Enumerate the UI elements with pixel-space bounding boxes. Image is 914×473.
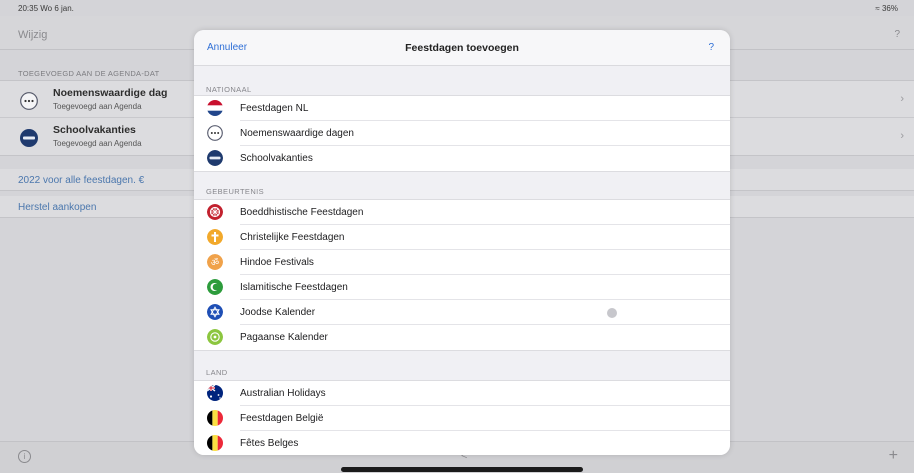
list-item-feestdagen-belgie[interactable]: Feestdagen België [207,406,730,431]
list-item-title: Noemenswaardige dag [53,87,168,99]
list-item-joodse[interactable]: Joodse Kalender [207,300,730,325]
list-item-label: Hindoe Festivals [240,257,314,268]
list-item-label: Noemenswaardige dagen [240,128,354,139]
list-item-pagaanse[interactable]: Pagaanse Kalender [207,325,730,350]
list-item-title: Schoolvakanties [53,124,136,136]
list-item-label: Christelijke Feestdagen [240,232,345,243]
list-item-islamitische[interactable]: Islamitische Feestdagen [207,275,730,300]
list-item-label: Schoolvakanties [240,153,313,164]
section-label-country: LAND [206,368,228,377]
help-button[interactable]: ? [894,29,900,40]
list-item-subtitle: Toegevoegd aan Agenda [53,139,142,148]
list-item-label: Feestdagen NL [240,103,309,114]
list-item-fetes-belges[interactable]: Fêtes Belges [207,431,730,455]
add-icon[interactable]: + [889,447,898,465]
list-item-label: Australian Holidays [240,388,326,399]
added-section-label: TOEGEVOEGD AAN DE AGENDA-DAT [18,69,160,78]
edit-button[interactable]: Wijzig [18,29,47,41]
country-group: Australian Holidays Feestdagen België Fê… [194,380,730,455]
svg-text:ॐ: ॐ [211,258,219,269]
status-battery: ≈ 36% [875,4,898,13]
modal-title: Feestdagen toevoegen [405,42,519,54]
status-time: 20:35 Wo 6 jan. [18,4,74,13]
list-item-label: Pagaanse Kalender [240,332,328,343]
chevron-right-icon: › [900,93,904,105]
dots-icon [20,92,38,110]
national-group: Feestdagen NL Noemenswaardige dagen Scho… [194,95,730,172]
list-item-label: Joodse Kalender [240,307,316,318]
section-label-national: NATIONAAL [206,85,252,94]
status-bar: 20:35 Wo 6 jan. ≈ 36% [0,0,914,16]
modal-header: Annuleer Feestdagen toevoegen ? [194,30,730,66]
cross-icon [207,229,223,245]
list-item-noemenswaardige-dagen[interactable]: Noemenswaardige dagen [207,121,730,146]
om-icon: ॐ [207,254,223,270]
restore-purchases-link[interactable]: Herstel aankopen [18,202,96,213]
list-item-christelijke[interactable]: Christelijke Feestdagen [207,225,730,250]
dharma-wheel-icon [207,204,223,220]
australia-flag-icon [207,385,223,401]
list-item-boeddhistische[interactable]: Boeddhistische Feestdagen [207,200,730,225]
list-item-schoolvakanties[interactable]: Schoolvakanties [207,146,730,171]
add-holidays-modal: Annuleer Feestdagen toevoegen ? NATIONAA… [194,30,730,455]
modal-help-button[interactable]: ? [708,42,714,53]
list-item-australian[interactable]: Australian Holidays [207,381,730,406]
info-icon[interactable]: i [18,450,31,463]
list-item-label: Fêtes Belges [240,438,299,449]
battery-percent: 36% [881,4,898,13]
netherlands-flag-icon [207,100,223,116]
home-indicator [341,467,583,472]
section-label-events: GEBEURTENIS [206,187,265,196]
list-item-subtitle: Toegevoegd aan Agenda [53,102,142,111]
list-item-feestdagen-nl[interactable]: Feestdagen NL [207,96,730,121]
belgium-flag-icon [207,435,223,451]
list-item-hindoe[interactable]: ॐ Hindoe Festivals [207,250,730,275]
chevron-right-icon: › [900,130,904,142]
school-icon [207,150,223,166]
wifi-icon: ≈ [875,4,880,13]
list-item-label: Feestdagen België [240,413,324,424]
belgium-flag-icon [207,410,223,426]
list-item-label: Boeddhistische Feestdagen [240,207,364,218]
crescent-icon [207,279,223,295]
pagan-icon [207,329,223,345]
school-icon [20,129,38,147]
list-item-label: Islamitische Feestdagen [240,282,348,293]
dots-icon [207,125,223,141]
events-group: Boeddhistische Feestdagen Christelijke F… [194,199,730,351]
star-of-david-icon [207,304,223,320]
loading-indicator [607,308,617,318]
promo-link[interactable]: 2022 voor alle feestdagen. € [18,175,144,186]
